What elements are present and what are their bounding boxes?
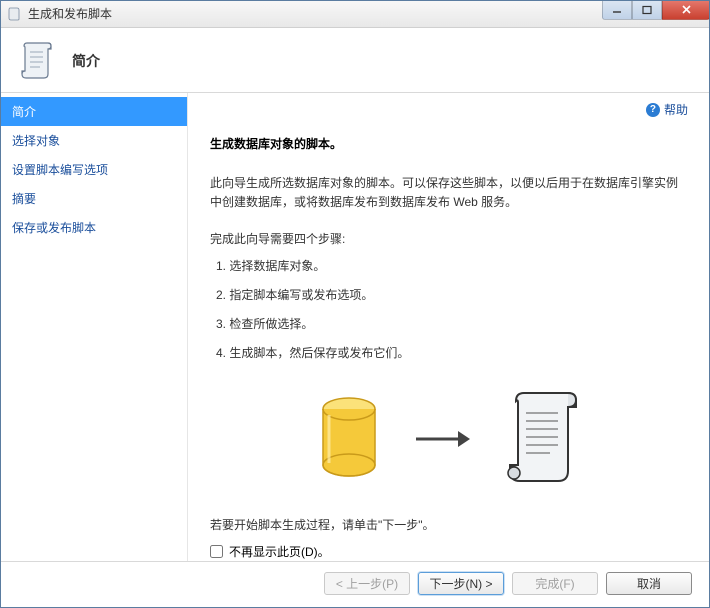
help-link[interactable]: ? 帮助 [646, 101, 688, 118]
wizard-footer: < 上一步(P) 下一步(N) > 完成(F) 取消 [0, 561, 710, 605]
window-title: 生成和发布脚本 [28, 5, 112, 22]
cancel-button[interactable]: 取消 [606, 572, 692, 595]
database-cylinder-icon [314, 395, 384, 486]
page-title: 简介 [72, 51, 100, 71]
sidebar-item-intro[interactable]: 简介 [0, 97, 187, 126]
wizard-header: 简介 [0, 28, 710, 93]
content-heading: 生成数据库对象的脚本。 [210, 135, 688, 152]
window-controls [602, 0, 710, 20]
step-item: 4. 生成脚本，然后保存或发布它们。 [216, 344, 688, 361]
step-item: 2. 指定脚本编写或发布选项。 [216, 286, 688, 303]
help-icon: ? [646, 103, 660, 117]
dont-show-row: 不再显示此页(D)。 [210, 543, 688, 560]
step-item: 1. 选择数据库对象。 [216, 257, 688, 274]
help-label: 帮助 [664, 101, 688, 118]
close-button[interactable] [662, 0, 710, 20]
sidebar-item-script-options[interactable]: 设置脚本编写选项 [0, 155, 187, 184]
arrow-right-icon [414, 427, 472, 454]
dont-show-label: 不再显示此页(D)。 [229, 543, 330, 560]
step-item: 3. 检查所做选择。 [216, 315, 688, 332]
finish-button: 完成(F) [512, 572, 598, 595]
dont-show-checkbox[interactable] [210, 545, 223, 558]
next-button[interactable]: 下一步(N) > [418, 572, 504, 595]
sidebar-item-summary[interactable]: 摘要 [0, 184, 187, 213]
script-scroll-large-icon [502, 389, 584, 492]
instruction-text: 若要开始脚本生成过程，请单击"下一步"。 [210, 516, 688, 533]
app-icon [6, 6, 22, 22]
sidebar-item-choose-objects[interactable]: 选择对象 [0, 126, 187, 155]
back-button: < 上一步(P) [324, 572, 410, 595]
wizard-body: 简介 选择对象 设置脚本编写选项 摘要 保存或发布脚本 ? 帮助 生成数据库对象… [0, 93, 710, 561]
script-scroll-icon [16, 40, 58, 82]
steps-intro: 完成此向导需要四个步骤: [210, 230, 688, 247]
illustration [210, 389, 688, 492]
wizard-sidebar: 简介 选择对象 设置脚本编写选项 摘要 保存或发布脚本 [0, 93, 188, 561]
title-bar: 生成和发布脚本 [0, 0, 710, 28]
minimize-button[interactable] [602, 0, 632, 20]
wizard-content: ? 帮助 生成数据库对象的脚本。 此向导生成所选数据库对象的脚本。可以保存这些脚… [188, 93, 710, 561]
sidebar-item-save-publish[interactable]: 保存或发布脚本 [0, 213, 187, 242]
steps-list: 1. 选择数据库对象。 2. 指定脚本编写或发布选项。 3. 检查所做选择。 4… [210, 257, 688, 361]
content-paragraph: 此向导生成所选数据库对象的脚本。可以保存这些脚本，以便以后用于在数据库引擎实例中… [210, 174, 688, 212]
maximize-button[interactable] [632, 0, 662, 20]
